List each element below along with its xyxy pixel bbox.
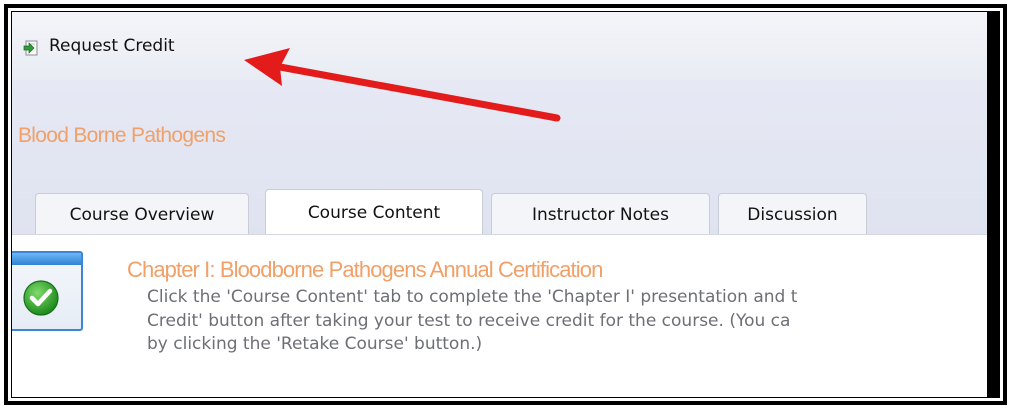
- tab-discussion[interactable]: Discussion: [718, 193, 867, 235]
- request-credit-button[interactable]: Request Credit: [49, 36, 175, 56]
- lms-panel: Request Credit Blood Borne Pathogens Cou…: [11, 11, 1000, 398]
- tab-course-overview[interactable]: Course Overview: [35, 193, 249, 235]
- course-title: Blood Borne Pathogens: [18, 124, 226, 147]
- chapter-description: Click the 'Course Content' tab to comple…: [147, 287, 798, 354]
- document-arrow-icon[interactable]: [23, 40, 39, 56]
- screenshot-frame: Request Credit Blood Borne Pathogens Cou…: [4, 4, 1007, 405]
- chapter-window-icon: [12, 251, 83, 331]
- chapter-title[interactable]: Chapter I: Bloodborne Pathogens Annual C…: [127, 257, 603, 283]
- course-content-panel: Chapter I: Bloodborne Pathogens Annual C…: [12, 234, 999, 397]
- green-checkmark-icon: [23, 280, 59, 316]
- tab-label: Course Overview: [69, 204, 215, 225]
- right-edge-bar: [987, 12, 999, 397]
- tab-label: Course Content: [307, 202, 441, 223]
- tab-label: Instructor Notes: [532, 204, 669, 225]
- tab-label: Discussion: [747, 204, 838, 225]
- tab-instructor-notes[interactable]: Instructor Notes: [491, 193, 710, 235]
- tab-course-content[interactable]: Course Content: [265, 189, 483, 235]
- toolbar: Request Credit: [12, 12, 999, 80]
